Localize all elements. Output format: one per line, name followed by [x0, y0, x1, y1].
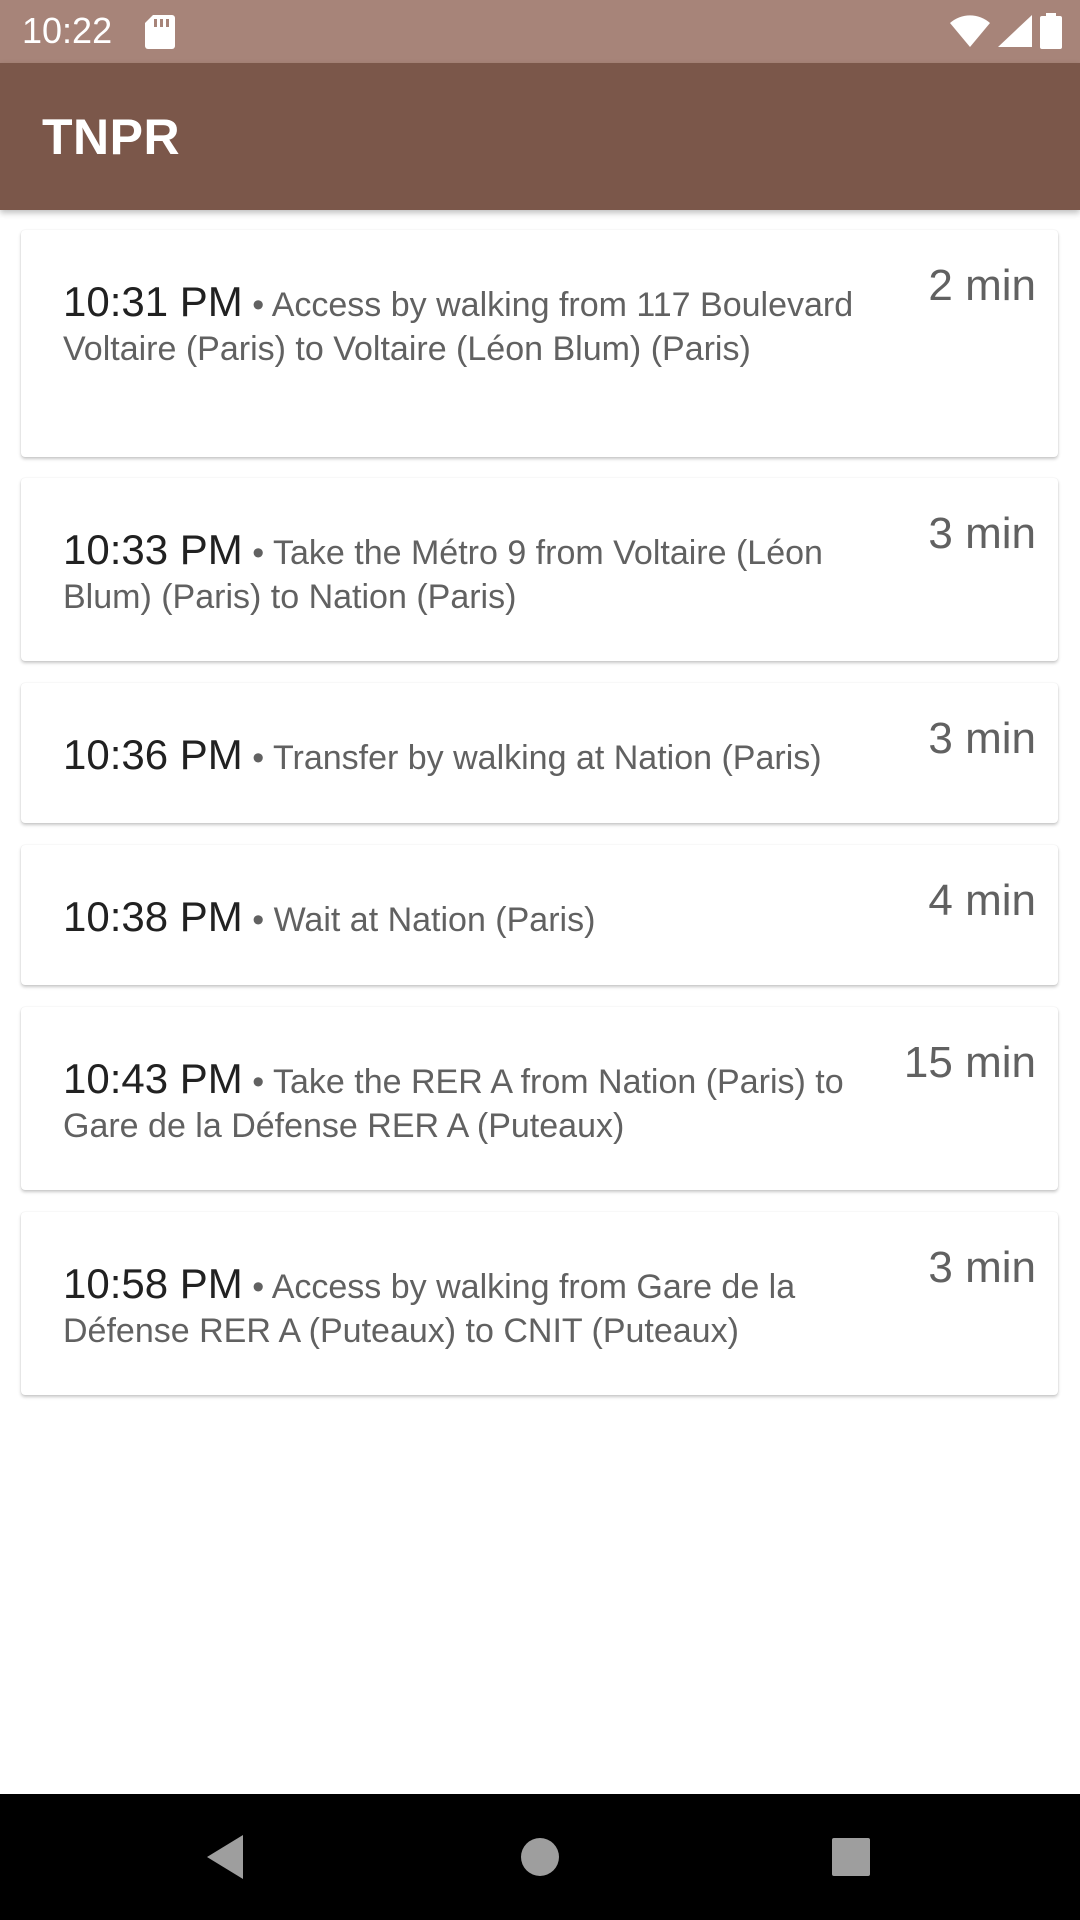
recents-icon	[832, 1838, 870, 1876]
recents-button[interactable]	[820, 1826, 882, 1888]
step-time: 10:43 PM	[63, 1055, 243, 1102]
step-text: 10:43 PM • Take the RER A from Nation (P…	[63, 1057, 903, 1148]
step-separator: •	[252, 739, 265, 777]
step-description: Transfer by walking at Nation (Paris)	[272, 739, 822, 777]
step-time: 10:31 PM	[63, 278, 243, 325]
step-duration: 4 min	[928, 876, 1036, 925]
step-separator: •	[252, 1268, 265, 1306]
step-time: 10:58 PM	[63, 1260, 243, 1307]
step-text: 10:36 PM • Transfer by walking at Nation…	[63, 733, 903, 780]
step-separator: •	[252, 534, 265, 572]
status-bar: 10:22	[0, 0, 1080, 63]
step-duration: 3 min	[928, 509, 1036, 558]
signal-icon	[998, 15, 1032, 47]
app-bar: TNPR	[0, 63, 1080, 210]
status-icons	[950, 12, 1062, 50]
step-time: 10:36 PM	[63, 731, 243, 778]
step-duration: 2 min	[928, 261, 1036, 310]
itinerary-step[interactable]: 10:36 PM • Transfer by walking at Nation…	[21, 683, 1058, 823]
back-button[interactable]	[194, 1826, 256, 1888]
sd-card-icon	[145, 15, 175, 49]
itinerary-step[interactable]: 10:38 PM • Wait at Nation (Paris) 4 min	[21, 845, 1058, 985]
status-time: 10:22	[22, 10, 113, 51]
step-text: 10:33 PM • Take the Métro 9 from Voltair…	[63, 528, 903, 619]
step-description: Wait at Nation (Paris)	[273, 901, 596, 939]
step-separator: •	[252, 286, 265, 324]
home-icon	[521, 1838, 559, 1876]
step-text: 10:58 PM • Access by walking from Gare d…	[63, 1262, 903, 1353]
home-button[interactable]	[509, 1826, 571, 1888]
battery-icon	[1040, 13, 1062, 49]
itinerary-step[interactable]: 10:43 PM • Take the RER A from Nation (P…	[21, 1007, 1058, 1190]
step-duration: 3 min	[928, 714, 1036, 763]
step-text: 10:38 PM • Wait at Nation (Paris)	[63, 895, 903, 942]
step-time: 10:38 PM	[63, 893, 243, 940]
itinerary-step[interactable]: 10:33 PM • Take the Métro 9 from Voltair…	[21, 478, 1058, 661]
step-separator: •	[252, 1063, 265, 1101]
navigation-bar	[0, 1794, 1080, 1920]
itinerary-step[interactable]: 10:31 PM • Access by walking from 117 Bo…	[21, 230, 1058, 457]
app-title: TNPR	[42, 109, 181, 165]
back-icon	[207, 1835, 243, 1879]
step-time: 10:33 PM	[63, 526, 243, 573]
step-separator: •	[252, 901, 265, 939]
step-text: 10:31 PM • Access by walking from 117 Bo…	[63, 280, 903, 371]
step-duration: 15 min	[903, 1038, 1036, 1087]
wifi-icon	[950, 15, 990, 47]
step-duration: 3 min	[928, 1243, 1036, 1292]
itinerary-step[interactable]: 10:58 PM • Access by walking from Gare d…	[21, 1212, 1058, 1395]
